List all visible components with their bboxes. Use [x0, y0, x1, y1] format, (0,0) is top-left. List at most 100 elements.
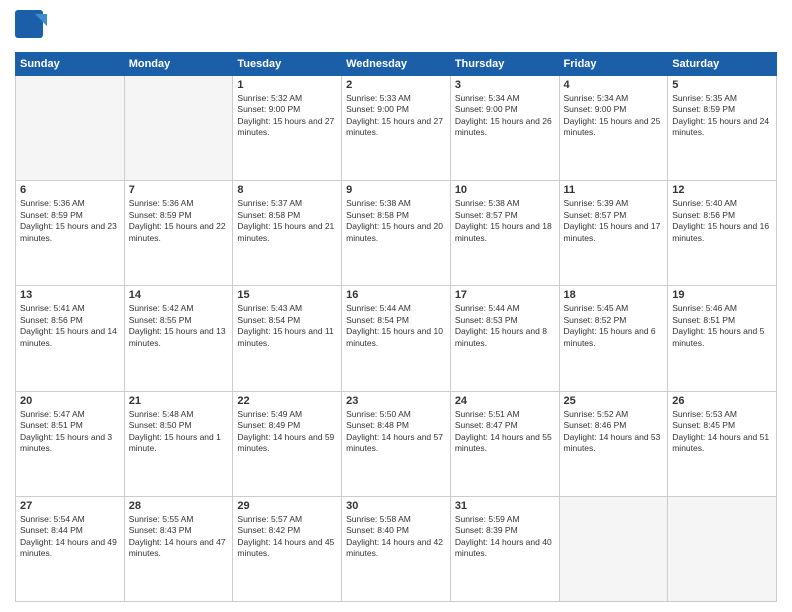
calendar-cell: 19Sunrise: 5:46 AMSunset: 8:51 PMDayligh…	[668, 286, 777, 391]
day-number: 30	[346, 500, 446, 512]
day-number: 29	[237, 500, 337, 512]
day-number: 6	[20, 184, 120, 196]
calendar-cell: 2 Sunrise: 5:33 AMSunset: 9:00 PMDaylight…	[342, 76, 451, 181]
day-info: Sunrise: 5:51 AMSunset: 8:47 PMDaylight:…	[455, 409, 555, 455]
calendar-table: SundayMondayTuesdayWednesdayThursdayFrid…	[15, 52, 777, 602]
day-number: 21	[129, 395, 229, 407]
calendar-cell: 28 Sunrise: 5:55 AMSunset: 8:43 PMDayligh…	[124, 496, 233, 601]
day-info: Sunrise: 5:40 AMSunset: 8:56 PMDaylight:…	[672, 198, 772, 244]
day-number: 14	[129, 289, 229, 301]
day-number: 24	[455, 395, 555, 407]
day-info: Sunrise: 5:59 AMSunset: 8:39 PMDaylight:…	[455, 514, 555, 560]
day-number: 18	[564, 289, 664, 301]
day-number: 1	[237, 79, 337, 91]
calendar-cell: 5Sunrise: 5:35 AMSunset: 8:59 PMDaylight…	[668, 76, 777, 181]
calendar-header-sunday: Sunday	[16, 53, 125, 76]
calendar-header-row: SundayMondayTuesdayWednesdayThursdayFrid…	[16, 53, 777, 76]
day-info: Sunrise: 5:53 AMSunset: 8:45 PMDaylight:…	[672, 409, 772, 455]
day-number: 11	[564, 184, 664, 196]
day-info: Sunrise: 5:33 AMSunset: 9:00 PMDaylight:…	[346, 93, 446, 139]
calendar-cell	[559, 496, 668, 601]
day-info: Sunrise: 5:45 AMSunset: 8:52 PMDaylight:…	[564, 303, 664, 349]
calendar-cell: 22 Sunrise: 5:49 AMSunset: 8:49 PMDayligh…	[233, 391, 342, 496]
calendar-cell	[16, 76, 125, 181]
calendar-cell: 12Sunrise: 5:40 AMSunset: 8:56 PMDayligh…	[668, 181, 777, 286]
calendar-week-3: 20Sunrise: 5:47 AMSunset: 8:51 PMDayligh…	[16, 391, 777, 496]
day-number: 13	[20, 289, 120, 301]
calendar-cell: 14 Sunrise: 5:42 AMSunset: 8:55 PMDayligh…	[124, 286, 233, 391]
day-info: Sunrise: 5:46 AMSunset: 8:51 PMDaylight:…	[672, 303, 772, 349]
calendar-cell	[124, 76, 233, 181]
day-number: 9	[346, 184, 446, 196]
calendar-cell: 17 Sunrise: 5:44 AMSunset: 8:53 PMDayligh…	[450, 286, 559, 391]
day-number: 17	[455, 289, 555, 301]
day-info: Sunrise: 5:39 AMSunset: 8:57 PMDaylight:…	[564, 198, 664, 244]
day-number: 22	[237, 395, 337, 407]
calendar-cell: 27Sunrise: 5:54 AMSunset: 8:44 PMDayligh…	[16, 496, 125, 601]
day-number: 4	[564, 79, 664, 91]
day-number: 23	[346, 395, 446, 407]
day-number: 25	[564, 395, 664, 407]
calendar-cell: 8Sunrise: 5:37 AMSunset: 8:58 PMDaylight…	[233, 181, 342, 286]
day-info: Sunrise: 5:43 AMSunset: 8:54 PMDaylight:…	[237, 303, 337, 349]
calendar-header-tuesday: Tuesday	[233, 53, 342, 76]
day-number: 3	[455, 79, 555, 91]
day-number: 2	[346, 79, 446, 91]
calendar-cell: 3 Sunrise: 5:34 AMSunset: 9:00 PMDaylight…	[450, 76, 559, 181]
calendar-week-4: 27Sunrise: 5:54 AMSunset: 8:44 PMDayligh…	[16, 496, 777, 601]
day-info: Sunrise: 5:36 AMSunset: 8:59 PMDaylight:…	[20, 198, 120, 244]
day-info: Sunrise: 5:42 AMSunset: 8:55 PMDaylight:…	[129, 303, 229, 349]
calendar-header-wednesday: Wednesday	[342, 53, 451, 76]
calendar-cell: 16 Sunrise: 5:44 AMSunset: 8:54 PMDayligh…	[342, 286, 451, 391]
day-info: Sunrise: 5:32 AMSunset: 9:00 PMDaylight:…	[237, 93, 337, 139]
calendar-cell: 23 Sunrise: 5:50 AMSunset: 8:48 PMDayligh…	[342, 391, 451, 496]
header	[15, 10, 777, 46]
day-number: 8	[237, 184, 337, 196]
day-number: 20	[20, 395, 120, 407]
calendar-header-monday: Monday	[124, 53, 233, 76]
calendar-cell: 24 Sunrise: 5:51 AMSunset: 8:47 PMDayligh…	[450, 391, 559, 496]
calendar-cell: 29 Sunrise: 5:57 AMSunset: 8:42 PMDayligh…	[233, 496, 342, 601]
calendar-cell: 26 Sunrise: 5:53 AMSunset: 8:45 PMDayligh…	[668, 391, 777, 496]
day-info: Sunrise: 5:58 AMSunset: 8:40 PMDaylight:…	[346, 514, 446, 560]
calendar-header-thursday: Thursday	[450, 53, 559, 76]
calendar-cell: 1 Sunrise: 5:32 AMSunset: 9:00 PMDaylight…	[233, 76, 342, 181]
calendar-cell: 13 Sunrise: 5:41 AMSunset: 8:56 PMDayligh…	[16, 286, 125, 391]
logo-icon	[15, 10, 47, 46]
day-number: 10	[455, 184, 555, 196]
calendar-cell: 6 Sunrise: 5:36 AMSunset: 8:59 PMDaylight…	[16, 181, 125, 286]
calendar-cell: 21 Sunrise: 5:48 AMSunset: 8:50 PMDayligh…	[124, 391, 233, 496]
day-info: Sunrise: 5:34 AMSunset: 9:00 PMDaylight:…	[455, 93, 555, 139]
calendar-cell	[668, 496, 777, 601]
day-number: 15	[237, 289, 337, 301]
calendar-cell: 18 Sunrise: 5:45 AMSunset: 8:52 PMDayligh…	[559, 286, 668, 391]
day-number: 27	[20, 500, 120, 512]
calendar-week-2: 13 Sunrise: 5:41 AMSunset: 8:56 PMDayligh…	[16, 286, 777, 391]
calendar-cell: 30 Sunrise: 5:58 AMSunset: 8:40 PMDayligh…	[342, 496, 451, 601]
day-info: Sunrise: 5:52 AMSunset: 8:46 PMDaylight:…	[564, 409, 664, 455]
page: SundayMondayTuesdayWednesdayThursdayFrid…	[0, 0, 792, 612]
day-info: Sunrise: 5:34 AMSunset: 9:00 PMDaylight:…	[564, 93, 664, 139]
day-info: Sunrise: 5:49 AMSunset: 8:49 PMDaylight:…	[237, 409, 337, 455]
calendar-cell: 9Sunrise: 5:38 AMSunset: 8:58 PMDaylight…	[342, 181, 451, 286]
day-number: 5	[672, 79, 772, 91]
day-number: 26	[672, 395, 772, 407]
calendar-cell: 10Sunrise: 5:38 AMSunset: 8:57 PMDayligh…	[450, 181, 559, 286]
day-info: Sunrise: 5:44 AMSunset: 8:53 PMDaylight:…	[455, 303, 555, 349]
day-number: 31	[455, 500, 555, 512]
day-info: Sunrise: 5:57 AMSunset: 8:42 PMDaylight:…	[237, 514, 337, 560]
calendar-cell: 31 Sunrise: 5:59 AMSunset: 8:39 PMDayligh…	[450, 496, 559, 601]
day-info: Sunrise: 5:48 AMSunset: 8:50 PMDaylight:…	[129, 409, 229, 455]
day-info: Sunrise: 5:50 AMSunset: 8:48 PMDaylight:…	[346, 409, 446, 455]
day-number: 28	[129, 500, 229, 512]
calendar-week-0: 1 Sunrise: 5:32 AMSunset: 9:00 PMDaylight…	[16, 76, 777, 181]
day-info: Sunrise: 5:36 AMSunset: 8:59 PMDaylight:…	[129, 198, 229, 244]
calendar-cell: 4 Sunrise: 5:34 AMSunset: 9:00 PMDaylight…	[559, 76, 668, 181]
day-info: Sunrise: 5:44 AMSunset: 8:54 PMDaylight:…	[346, 303, 446, 349]
day-info: Sunrise: 5:41 AMSunset: 8:56 PMDaylight:…	[20, 303, 120, 349]
calendar-cell: 7 Sunrise: 5:36 AMSunset: 8:59 PMDaylight…	[124, 181, 233, 286]
day-number: 16	[346, 289, 446, 301]
day-number: 7	[129, 184, 229, 196]
calendar-header-saturday: Saturday	[668, 53, 777, 76]
day-info: Sunrise: 5:55 AMSunset: 8:43 PMDaylight:…	[129, 514, 229, 560]
